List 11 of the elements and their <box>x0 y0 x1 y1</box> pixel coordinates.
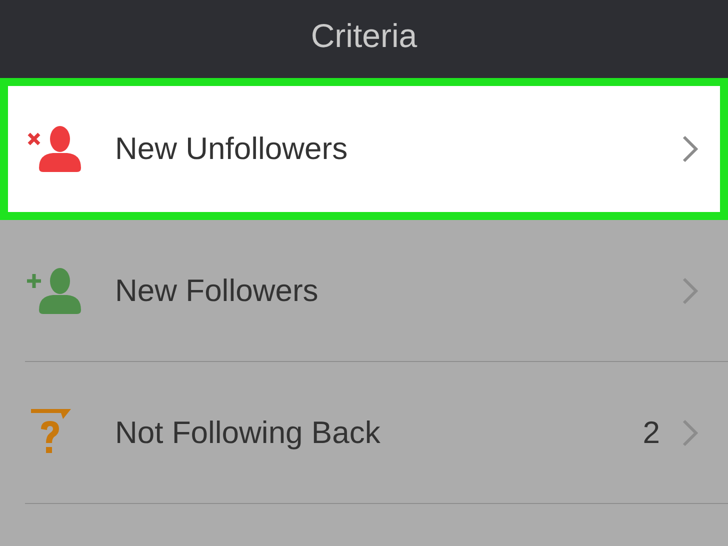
item-label: New Followers <box>115 272 320 308</box>
screen-title: Criteria <box>310 17 418 56</box>
item-count: 2 <box>642 414 660 450</box>
item-label: Not Following Back <box>115 414 382 450</box>
chevron-right-icon <box>682 276 698 304</box>
criteria-item[interactable]: Not Following Back 2 <box>25 362 728 504</box>
item-label: New Unfollowers <box>115 131 349 167</box>
criteria-item[interactable]: New Unfollowers <box>0 78 728 220</box>
criteria-item[interactable]: New Followers <box>25 220 728 362</box>
chevron-right-icon <box>682 135 698 163</box>
chevron-right-icon <box>682 418 698 446</box>
